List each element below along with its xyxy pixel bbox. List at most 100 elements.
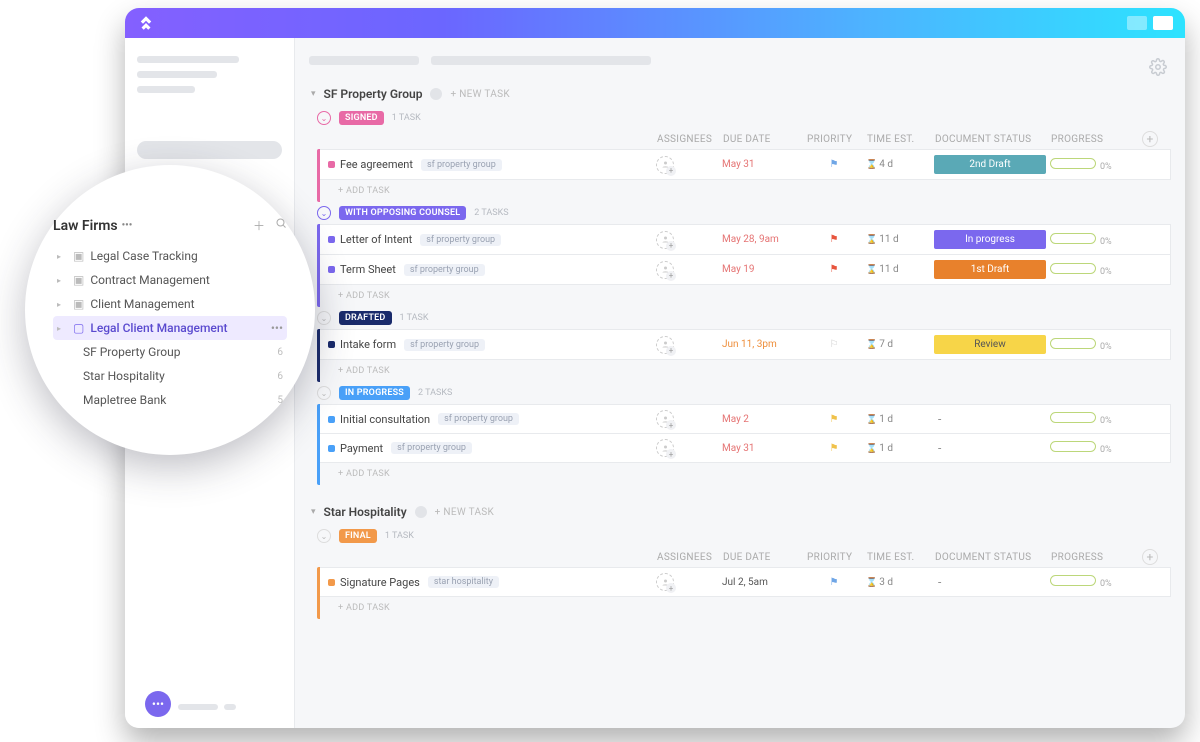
- chevron-down-icon[interactable]: ⌄: [317, 111, 331, 125]
- due-date[interactable]: May 31: [722, 443, 802, 454]
- assignee-add-icon[interactable]: [656, 336, 674, 354]
- progress-cell[interactable]: 0%: [1050, 338, 1130, 352]
- doc-status-pill[interactable]: Review: [934, 335, 1046, 354]
- progress-pill: [1050, 158, 1096, 169]
- tree-item[interactable]: ▸ ▣ Legal Case Tracking: [53, 244, 287, 268]
- progress-cell[interactable]: 0%: [1050, 441, 1130, 455]
- task-name: Term Sheet: [340, 263, 396, 276]
- task-row[interactable]: Payment sf property group May 31 ⚑ ⌛1 d …: [320, 433, 1171, 463]
- chevron-down-icon[interactable]: ⌄: [317, 529, 331, 543]
- task-row[interactable]: Initial consultation sf property group M…: [320, 404, 1171, 434]
- tree-item[interactable]: ▸ ▢ Legal Client Management •••: [53, 316, 287, 340]
- columns-header: ASSIGNEES DUE DATE PRIORITY TIME EST. DO…: [323, 129, 1171, 149]
- status-label[interactable]: WITH OPPOSING COUNSEL: [339, 206, 466, 220]
- task-tag[interactable]: sf property group: [421, 159, 502, 171]
- task-tag[interactable]: sf property group: [404, 339, 485, 351]
- chat-fab[interactable]: •••: [145, 691, 171, 717]
- status-label[interactable]: IN PROGRESS: [339, 386, 410, 400]
- priority-flag-icon[interactable]: ⚑: [806, 414, 862, 425]
- add-task-button[interactable]: + ADD TASK: [320, 180, 1171, 202]
- tree-item[interactable]: ▸ ▣ Contract Management: [53, 268, 287, 292]
- add-column-button[interactable]: +: [1142, 549, 1158, 565]
- due-date[interactable]: Jul 2, 5am: [722, 577, 802, 588]
- add-task-button[interactable]: + ADD TASK: [320, 360, 1171, 382]
- priority-flag-icon[interactable]: ⚑: [806, 159, 862, 170]
- due-date[interactable]: Jun 11, 3pm: [722, 339, 802, 350]
- task-tag[interactable]: sf property group: [420, 234, 501, 246]
- status-label[interactable]: SIGNED: [339, 111, 384, 125]
- window-minimize[interactable]: [1127, 16, 1147, 30]
- due-date[interactable]: May 2: [722, 414, 802, 425]
- time-estimate[interactable]: ⌛7 d: [866, 339, 930, 350]
- task-row[interactable]: Signature Pages star hospitality Jul 2, …: [320, 567, 1171, 597]
- task-tag[interactable]: sf property group: [404, 264, 485, 276]
- progress-cell[interactable]: 0%: [1050, 233, 1130, 247]
- time-estimate[interactable]: ⌛1 d: [866, 414, 930, 425]
- priority-flag-icon[interactable]: ⚑: [806, 234, 862, 245]
- collapse-icon[interactable]: ▾: [311, 89, 316, 99]
- add-task-button[interactable]: + ADD TASK: [320, 597, 1171, 619]
- titlebar: [125, 8, 1185, 38]
- assignee-add-icon[interactable]: [656, 231, 674, 249]
- task-row[interactable]: Term Sheet sf property group May 19 ⚑ ⌛1…: [320, 254, 1171, 285]
- task-row[interactable]: Fee agreement sf property group May 31 ⚑…: [320, 149, 1171, 180]
- chevron-down-icon[interactable]: ⌄: [317, 311, 331, 325]
- col-assignees: ASSIGNEES: [657, 134, 719, 145]
- more-icon[interactable]: •••: [271, 321, 283, 335]
- doc-status-pill[interactable]: In progress: [934, 230, 1046, 249]
- progress-cell[interactable]: 0%: [1050, 412, 1130, 426]
- progress-cell[interactable]: 0%: [1050, 575, 1130, 589]
- hourglass-icon: ⌛: [866, 340, 877, 350]
- tree-item[interactable]: ▸ ▣ Client Management: [53, 292, 287, 316]
- add-column-button[interactable]: +: [1142, 131, 1158, 147]
- new-task-button[interactable]: + NEW TASK: [435, 507, 494, 518]
- add-task-button[interactable]: + ADD TASK: [320, 463, 1171, 485]
- priority-flag-icon[interactable]: ⚐: [806, 339, 862, 350]
- tree-subitem[interactable]: Mapletree Bank 5: [79, 388, 287, 412]
- add-task-button[interactable]: + ADD TASK: [320, 285, 1171, 307]
- more-icon[interactable]: •••: [122, 220, 133, 231]
- due-date[interactable]: May 28, 9am: [722, 234, 802, 245]
- tree-subitem[interactable]: Star Hospitality 6: [79, 364, 287, 388]
- priority-flag-icon[interactable]: ⚑: [806, 264, 862, 275]
- tree-subitem[interactable]: SF Property Group 6: [79, 340, 287, 364]
- time-estimate[interactable]: ⌛11 d: [866, 234, 930, 245]
- priority-flag-icon[interactable]: ⚑: [806, 577, 862, 588]
- doc-status-pill[interactable]: 2nd Draft: [934, 155, 1046, 174]
- task-name: Signature Pages: [340, 576, 420, 589]
- status-label[interactable]: FINAL: [339, 529, 377, 543]
- time-estimate[interactable]: ⌛4 d: [866, 159, 930, 170]
- task-tag[interactable]: sf property group: [391, 442, 472, 454]
- col-time: TIME EST.: [867, 134, 931, 145]
- priority-flag-icon[interactable]: ⚑: [806, 443, 862, 454]
- time-estimate[interactable]: ⌛11 d: [866, 264, 930, 275]
- add-icon[interactable]: ＋: [253, 217, 265, 234]
- status-label[interactable]: DRAFTED: [339, 311, 392, 325]
- task-tag[interactable]: star hospitality: [428, 576, 499, 588]
- assignee-add-icon[interactable]: [656, 573, 674, 591]
- assignee-add-icon[interactable]: [656, 439, 674, 457]
- task-row[interactable]: Letter of Intent sf property group May 2…: [320, 224, 1171, 255]
- search-icon[interactable]: [275, 217, 287, 234]
- time-estimate[interactable]: ⌛3 d: [866, 577, 930, 588]
- time-estimate[interactable]: ⌛1 d: [866, 443, 930, 454]
- progress-cell[interactable]: 0%: [1050, 263, 1130, 277]
- due-date[interactable]: May 19: [722, 264, 802, 275]
- task-row[interactable]: Intake form sf property group Jun 11, 3p…: [320, 329, 1171, 360]
- chevron-down-icon[interactable]: ⌄: [317, 386, 331, 400]
- window-maximize[interactable]: [1153, 16, 1173, 30]
- status-task-list: Initial consultation sf property group M…: [317, 404, 1171, 485]
- progress-cell[interactable]: 0%: [1050, 158, 1130, 172]
- doc-status-pill[interactable]: 1st Draft: [934, 260, 1046, 279]
- assignee-add-icon[interactable]: [656, 261, 674, 279]
- task-count: 1 TASK: [400, 313, 429, 323]
- assignee-add-icon[interactable]: [656, 410, 674, 428]
- progress-value: 0%: [1100, 579, 1112, 589]
- gear-icon[interactable]: [1149, 58, 1167, 80]
- assignee-add-icon[interactable]: [656, 156, 674, 174]
- due-date[interactable]: May 31: [722, 159, 802, 170]
- collapse-icon[interactable]: ▾: [311, 507, 316, 517]
- chevron-down-icon[interactable]: ⌄: [317, 206, 331, 220]
- task-tag[interactable]: sf property group: [438, 413, 519, 425]
- new-task-button[interactable]: + NEW TASK: [450, 89, 509, 100]
